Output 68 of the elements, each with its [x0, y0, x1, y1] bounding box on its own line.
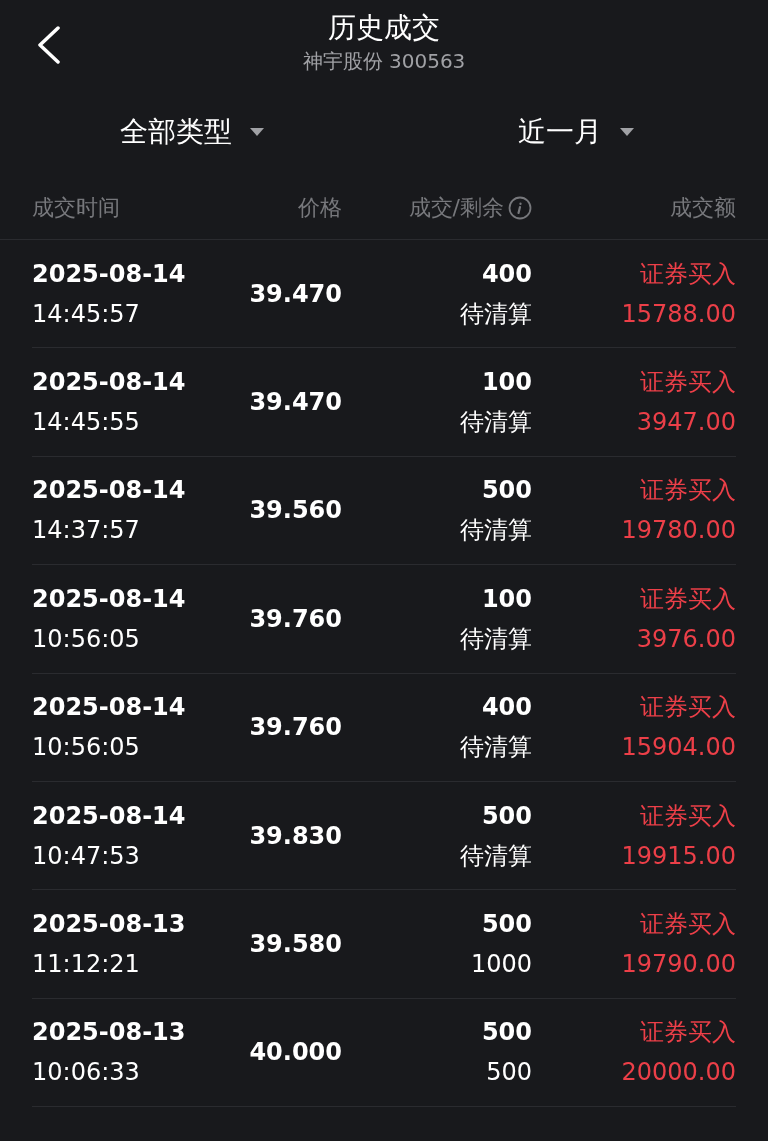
caret-icon — [250, 128, 264, 136]
trade-date: 2025-08-13 — [32, 1017, 187, 1049]
filled-quantity: 500 — [480, 1017, 532, 1049]
filled-quantity: 100 — [480, 583, 532, 615]
remaining-status: 待清算 — [459, 407, 532, 439]
remaining-status: 待清算 — [459, 298, 532, 330]
column-header: 成交时间 — [32, 195, 120, 220]
trade-date: 2025-08-14 — [32, 692, 187, 724]
filter-dropdown[interactable]: 全部类型 — [0, 110, 384, 154]
trade-amount: 3976.00 — [635, 623, 736, 655]
trade-price: 39.560 — [249, 496, 342, 525]
column-header: 成交/剩余 — [408, 194, 504, 222]
info-icon[interactable] — [508, 195, 532, 220]
remaining-status: 待清算 — [459, 732, 532, 764]
remaining-status: 1000 — [469, 949, 532, 981]
trade-date: 2025-08-13 — [32, 909, 187, 941]
trade-time: 14:45:57 — [32, 298, 141, 330]
trade-time: 10:06:33 — [32, 1057, 141, 1089]
trade-amount: 19790.00 — [620, 949, 736, 981]
trade-price: 40.000 — [249, 1038, 342, 1067]
trade-amount: 19780.00 — [620, 515, 736, 547]
filter-dropdown[interactable]: 近一月 — [384, 110, 768, 154]
remaining-status: 500 — [485, 1057, 532, 1089]
trade-type: 证券买入 — [639, 258, 736, 290]
filled-quantity: 100 — [480, 367, 532, 399]
trade-type: 证券买入 — [639, 692, 736, 724]
trade-type: 证券买入 — [639, 583, 736, 615]
page-title: 历史成交 — [328, 10, 440, 46]
trade-date: 2025-08-14 — [32, 800, 187, 832]
filled-quantity: 500 — [480, 475, 532, 507]
trade-price: 39.580 — [249, 930, 342, 959]
trade-amount: 15904.00 — [620, 732, 736, 764]
trade-time: 10:56:05 — [32, 623, 141, 655]
stock-name-code: 神宇股份 300563 — [302, 48, 466, 74]
column-header: 成交额 — [670, 195, 736, 220]
remaining-status: 待清算 — [459, 840, 532, 872]
trade-time: 10:47:53 — [32, 840, 141, 872]
filled-quantity: 500 — [480, 800, 532, 832]
column-header: 价格 — [298, 195, 342, 220]
trade-price: 39.470 — [249, 279, 342, 308]
trade-type: 证券买入 — [639, 800, 736, 832]
filled-quantity: 400 — [480, 692, 532, 724]
trade-amount: 19915.00 — [620, 840, 736, 872]
remaining-status: 待清算 — [459, 515, 532, 547]
trade-price: 39.830 — [249, 821, 342, 850]
trade-price: 39.760 — [249, 604, 342, 633]
trade-date: 2025-08-14 — [32, 475, 187, 507]
trade-amount: 3947.00 — [635, 407, 736, 439]
trade-date: 2025-08-14 — [32, 258, 187, 290]
trade-type: 证券买入 — [639, 909, 736, 941]
trade-time: 10:56:05 — [32, 732, 141, 764]
filled-quantity: 400 — [480, 258, 532, 290]
caret-icon — [620, 128, 634, 136]
trade-amount: 20000.00 — [620, 1057, 736, 1089]
remaining-status: 待清算 — [459, 623, 532, 655]
trade-amount: 15788.00 — [620, 298, 736, 330]
trade-time: 11:12:21 — [32, 949, 141, 981]
trade-date: 2025-08-14 — [32, 367, 187, 399]
trade-date: 2025-08-14 — [32, 583, 187, 615]
filled-quantity: 500 — [480, 909, 532, 941]
trade-type: 证券买入 — [639, 475, 736, 507]
trade-type: 证券买入 — [639, 367, 736, 399]
trade-price: 39.470 — [249, 388, 342, 417]
trade-time: 14:45:55 — [32, 407, 141, 439]
trade-time: 14:37:57 — [32, 515, 141, 547]
back-icon[interactable] — [36, 26, 60, 64]
trade-type: 证券买入 — [639, 1017, 736, 1049]
trade-price: 39.760 — [249, 713, 342, 742]
